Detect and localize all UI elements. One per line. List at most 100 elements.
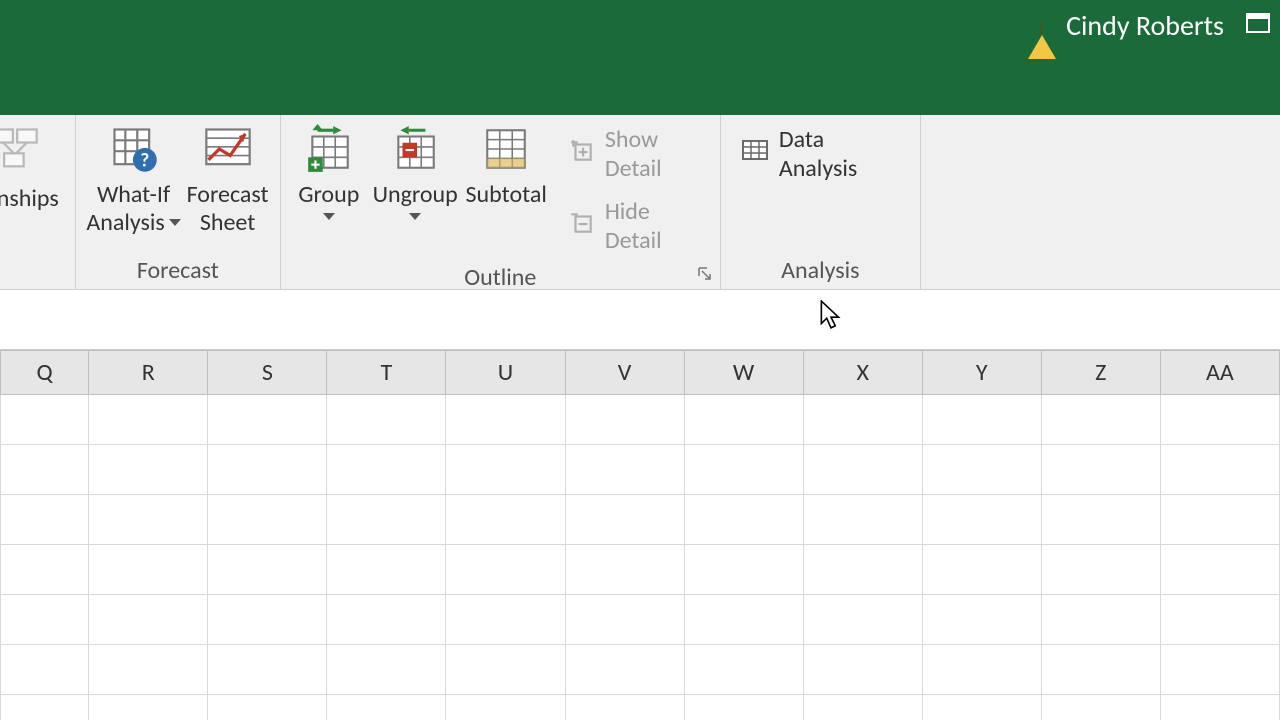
cell[interactable] [1041, 395, 1160, 445]
cell[interactable] [803, 445, 922, 495]
hide-detail-button[interactable]: Hide Detail [561, 193, 712, 259]
cell[interactable] [208, 545, 327, 595]
cell[interactable] [89, 695, 208, 720]
cell[interactable] [684, 395, 803, 445]
cell[interactable] [89, 545, 208, 595]
spreadsheet-grid[interactable]: QRSTUVWXYZAA [0, 350, 1280, 720]
cell[interactable] [803, 695, 922, 720]
subtotal-button[interactable]: Subtotal [462, 121, 551, 209]
cell[interactable] [1041, 595, 1160, 645]
user-name[interactable]: Cindy Roberts [1066, 8, 1224, 43]
cell[interactable] [1041, 695, 1160, 720]
cell[interactable] [1, 645, 89, 695]
cell[interactable] [684, 695, 803, 720]
cell[interactable] [208, 395, 327, 445]
cell[interactable] [1041, 545, 1160, 595]
cell[interactable] [922, 695, 1041, 720]
column-header[interactable]: Z [1041, 351, 1160, 395]
data-analysis-button[interactable]: Data Analysis [733, 121, 912, 187]
cell[interactable] [922, 395, 1041, 445]
cell[interactable] [684, 445, 803, 495]
column-header[interactable]: Q [1, 351, 89, 395]
column-header[interactable]: AA [1160, 351, 1279, 395]
cell[interactable] [684, 645, 803, 695]
cell[interactable] [327, 495, 446, 545]
outline-dialog-launcher[interactable] [698, 267, 712, 281]
cell[interactable] [1, 595, 89, 645]
cell[interactable] [1, 395, 89, 445]
cell[interactable] [208, 445, 327, 495]
column-header[interactable]: Y [922, 351, 1041, 395]
cell[interactable] [446, 645, 565, 695]
column-header[interactable]: W [684, 351, 803, 395]
cell[interactable] [684, 545, 803, 595]
cell[interactable] [89, 595, 208, 645]
column-header[interactable]: R [89, 351, 208, 395]
cell[interactable] [565, 445, 684, 495]
relationships-button[interactable]: lationships [0, 121, 67, 213]
cell[interactable] [1160, 645, 1279, 695]
cell[interactable] [446, 395, 565, 445]
column-header[interactable]: T [327, 351, 446, 395]
what-if-analysis-button[interactable]: ? What-If Analysis [84, 121, 184, 236]
show-detail-button[interactable]: Show Detail [561, 121, 712, 187]
cell[interactable] [1160, 395, 1279, 445]
column-header[interactable]: X [803, 351, 922, 395]
cell[interactable] [208, 495, 327, 545]
cell[interactable] [565, 395, 684, 445]
column-header[interactable]: S [208, 351, 327, 395]
cell[interactable] [1160, 495, 1279, 545]
cell[interactable] [327, 595, 446, 645]
cell[interactable] [327, 445, 446, 495]
cell[interactable] [1, 695, 89, 720]
cell[interactable] [208, 645, 327, 695]
cell[interactable] [1041, 645, 1160, 695]
cell[interactable] [922, 645, 1041, 695]
cell[interactable] [327, 545, 446, 595]
forecast-sheet-button[interactable]: Forecast Sheet [183, 121, 271, 236]
column-header[interactable]: V [565, 351, 684, 395]
cell[interactable] [684, 595, 803, 645]
ungroup-button[interactable]: Ungroup [369, 121, 462, 220]
cell[interactable] [565, 695, 684, 720]
cell[interactable] [922, 595, 1041, 645]
cell[interactable] [327, 645, 446, 695]
cell[interactable] [922, 495, 1041, 545]
cell[interactable] [89, 445, 208, 495]
cell[interactable] [1041, 495, 1160, 545]
cell[interactable] [803, 595, 922, 645]
cell[interactable] [565, 545, 684, 595]
cell[interactable] [89, 645, 208, 695]
cell[interactable] [327, 695, 446, 720]
cell[interactable] [684, 495, 803, 545]
cell[interactable] [565, 645, 684, 695]
ribbon-display-options-icon[interactable] [1246, 13, 1270, 38]
cell[interactable] [446, 595, 565, 645]
cell[interactable] [1160, 445, 1279, 495]
cell[interactable] [1, 445, 89, 495]
cell[interactable] [89, 395, 208, 445]
cell[interactable] [208, 695, 327, 720]
cell[interactable] [327, 395, 446, 445]
cell[interactable] [1160, 545, 1279, 595]
formula-bar[interactable] [0, 290, 1280, 350]
cell[interactable] [446, 445, 565, 495]
cell[interactable] [565, 495, 684, 545]
cell[interactable] [446, 545, 565, 595]
cell[interactable] [446, 695, 565, 720]
cell[interactable] [208, 595, 327, 645]
group-button[interactable]: Group [289, 121, 369, 220]
spreadsheet-area[interactable]: QRSTUVWXYZAA [0, 350, 1280, 720]
cell[interactable] [803, 545, 922, 595]
cell[interactable] [922, 545, 1041, 595]
cell[interactable] [803, 645, 922, 695]
cell[interactable] [1, 545, 89, 595]
cell[interactable] [803, 495, 922, 545]
cell[interactable] [1, 495, 89, 545]
cell[interactable] [1160, 595, 1279, 645]
cell[interactable] [922, 445, 1041, 495]
column-header[interactable]: U [446, 351, 565, 395]
cell[interactable] [89, 495, 208, 545]
cell[interactable] [1041, 445, 1160, 495]
cell[interactable] [803, 395, 922, 445]
